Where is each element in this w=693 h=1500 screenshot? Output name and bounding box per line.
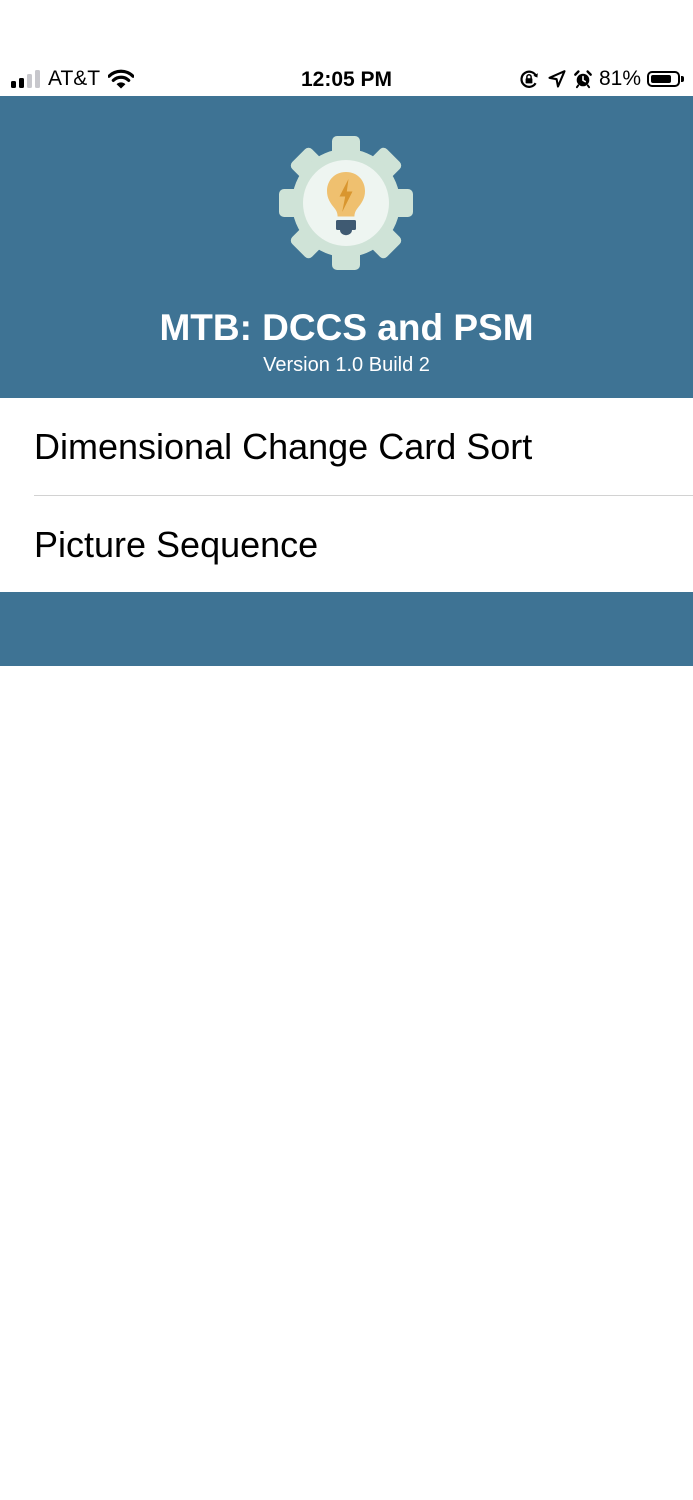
app-version: Version 1.0 Build 2 — [263, 354, 430, 376]
battery-cap — [681, 76, 684, 82]
battery-body — [647, 71, 680, 87]
app-header: MTB: DCCS and PSM Version 1.0 Build 2 — [0, 96, 693, 398]
location-arrow-icon — [548, 70, 566, 88]
menu-item-label: Picture Sequence — [34, 523, 319, 565]
alarm-icon — [574, 70, 592, 89]
menu-item-dimensional-change-card-sort[interactable]: Dimensional Change Card Sort — [0, 398, 693, 495]
battery-percent: 81% — [598, 67, 641, 90]
orientation-lock-icon — [520, 70, 538, 88]
menu-item-picture-sequence[interactable]: Picture Sequence — [0, 496, 693, 593]
gear-lightbulb-icon — [279, 136, 413, 270]
battery-icon — [647, 71, 684, 87]
status-right: 81% — [519, 68, 684, 90]
status-bar: AT&T 12:05 PM 81% — [0, 62, 693, 96]
menu-item-label: Dimensional Change Card Sort — [34, 425, 533, 467]
lightbulb-base — [336, 220, 356, 230]
assessment-list: Dimensional Change Card Sort Picture Seq… — [0, 398, 693, 593]
battery-fill — [651, 75, 671, 83]
app-title: MTB: DCCS and PSM — [159, 307, 534, 348]
footer-band — [0, 592, 693, 666]
